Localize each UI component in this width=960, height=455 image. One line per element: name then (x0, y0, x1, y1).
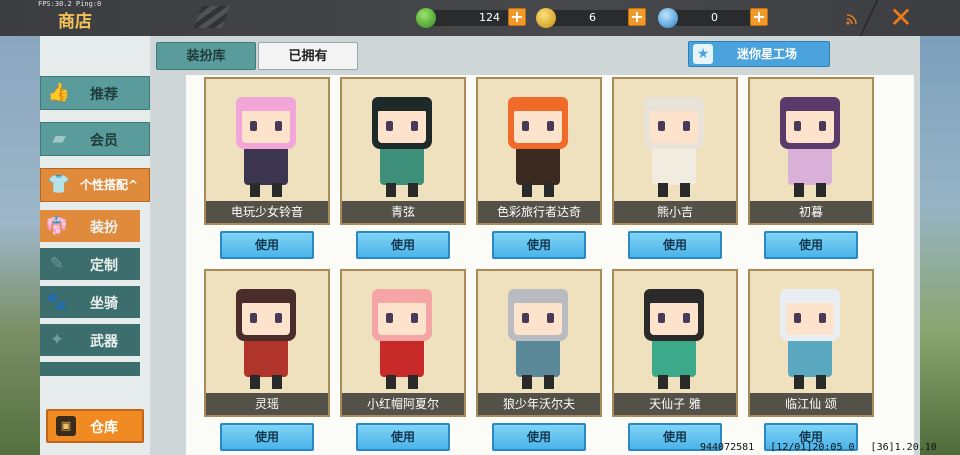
character-avatar (372, 289, 432, 389)
shirt-icon: 👕 (47, 174, 71, 195)
item-card[interactable]: 临江仙 颂 (748, 269, 874, 417)
player-id: 944072581 (700, 442, 755, 453)
green-gem-icon (416, 8, 436, 28)
world-background-left (0, 36, 40, 455)
chest-icon: ▣ (56, 416, 76, 436)
sidebar: 👍 推荐 ▰ 会员 👕 个性搭配^ 👘 装扮 ✎ 定制 🐾 坐骑 ✦ 武器 ▣ … (40, 36, 150, 455)
item-card[interactable]: 青弦 (340, 77, 466, 225)
warehouse-label: 仓库 (90, 420, 118, 436)
member-card-icon: ▰ (52, 128, 66, 149)
star-icon: ★ (693, 44, 713, 64)
character-avatar (780, 97, 840, 197)
sidebar-subitem-custom[interactable]: ✎ 定制 (40, 248, 140, 280)
server-time: [12/01]20:05 0 (770, 442, 855, 453)
gold-coin-icon (536, 8, 556, 28)
footer-info: 944072581 [12/01]20:05 0 [36]1.20.10 (700, 442, 947, 453)
mini-coin-icon (658, 8, 678, 28)
coin-amount: 6 (589, 11, 596, 24)
use-button[interactable]: 使用 (220, 423, 314, 451)
use-button[interactable]: 使用 (220, 231, 314, 259)
sidebar-item-personal[interactable]: 👕 个性搭配^ (40, 168, 150, 202)
item-card[interactable]: 小红帽阿夏尔 (340, 269, 466, 417)
item-card[interactable]: 熊小吉 (612, 77, 738, 225)
item-name: 临江仙 颂 (750, 393, 872, 415)
version-info: [36]1.20.10 (870, 442, 937, 453)
item-name: 熊小吉 (614, 201, 736, 223)
character-avatar (644, 97, 704, 197)
use-button[interactable]: 使用 (492, 231, 586, 259)
sidebar-item-label: 个性搭配^ (80, 178, 139, 192)
divider (859, 0, 879, 36)
use-button[interactable]: 使用 (356, 423, 450, 451)
mount-icon: 🐾 (46, 292, 68, 312)
item-name: 电玩少女铃音 (206, 201, 328, 223)
currency-coin: 6 + (536, 8, 648, 28)
character-avatar (508, 97, 568, 197)
add-mini-coin-button[interactable]: + (750, 8, 768, 26)
shop-panel: 👍 推荐 ▰ 会员 👕 个性搭配^ 👘 装扮 ✎ 定制 🐾 坐骑 ✦ 武器 ▣ … (40, 36, 920, 455)
star-workshop-button[interactable]: ★ 迷你星工场 (688, 41, 830, 67)
item-card[interactable]: 初暮 (748, 77, 874, 225)
character-avatar (372, 97, 432, 197)
signal-icon (846, 14, 857, 25)
top-bar: FPS:30.2 Ping:0 商店 124 + 6 + 0 + ✕ (0, 0, 960, 36)
item-card[interactable]: 天仙子 雅 (612, 269, 738, 417)
pencil-icon: ✎ (49, 254, 65, 274)
sidebar-subitem-partial[interactable] (40, 362, 140, 376)
mini-coin-amount: 0 (711, 11, 718, 24)
sidebar-subitem-weapon[interactable]: ✦ 武器 (40, 324, 140, 356)
sidebar-subitem-mount[interactable]: 🐾 坐骑 (40, 286, 140, 318)
sidebar-item-label: 推荐 (90, 87, 118, 103)
currency-gem: 124 + (416, 8, 526, 28)
gem-amount: 124 (479, 11, 500, 24)
item-name: 小红帽阿夏尔 (342, 393, 464, 415)
item-name: 色彩旅行者达奇 (478, 201, 600, 223)
sidebar-item-member[interactable]: ▰ 会员 (40, 122, 150, 156)
sidebar-subitem-dress-up[interactable]: 👘 装扮 (40, 210, 140, 242)
item-name: 青弦 (342, 201, 464, 223)
costume-icon: 👘 (46, 216, 68, 236)
character-avatar (236, 289, 296, 389)
item-card[interactable]: 色彩旅行者达奇 (476, 77, 602, 225)
character-avatar (236, 97, 296, 197)
use-button[interactable]: 使用 (492, 423, 586, 451)
world-background-right (918, 36, 960, 455)
warehouse-button[interactable]: ▣ 仓库 (46, 409, 144, 443)
sidebar-item-label: 武器 (90, 334, 118, 350)
item-grid: 电玩少女铃音 使用 青弦 使用 色彩旅行者达奇 使用 熊小吉 使用 初暮 使用 灵瑶 使用 小红帽阿夏尔… (186, 75, 914, 455)
gun-icon: ✦ (49, 330, 65, 350)
currency-mini-coin: 0 + (658, 8, 770, 28)
thumbs-up-icon: 👍 (47, 82, 71, 103)
sidebar-item-label: 装扮 (90, 220, 118, 236)
sidebar-item-label: 定制 (90, 258, 118, 274)
add-gem-button[interactable]: + (508, 8, 526, 26)
item-name: 初暮 (750, 201, 872, 223)
item-card[interactable]: 电玩少女铃音 (204, 77, 330, 225)
character-avatar (780, 289, 840, 389)
item-name: 狼少年沃尔夫 (478, 393, 600, 415)
item-name: 灵瑶 (206, 393, 328, 415)
sidebar-item-recommend[interactable]: 👍 推荐 (40, 76, 150, 110)
sidebar-item-label: 坐骑 (90, 296, 118, 312)
page-title: 商店 (58, 12, 92, 32)
item-name: 天仙子 雅 (614, 393, 736, 415)
close-icon[interactable]: ✕ (886, 4, 916, 32)
item-card[interactable]: 灵瑶 (204, 269, 330, 417)
use-button[interactable]: 使用 (356, 231, 450, 259)
tab-owned[interactable]: 已拥有 (258, 42, 358, 70)
tab-wardrobe[interactable]: 装扮库 (156, 42, 256, 70)
character-avatar (644, 289, 704, 389)
add-coin-button[interactable]: + (628, 8, 646, 26)
item-card[interactable]: 狼少年沃尔夫 (476, 269, 602, 417)
character-avatar (508, 289, 568, 389)
hazard-stripe-decoration (193, 6, 231, 28)
use-button[interactable]: 使用 (764, 231, 858, 259)
sidebar-item-label: 会员 (90, 133, 118, 149)
use-button[interactable]: 使用 (628, 231, 722, 259)
star-workshop-label: 迷你星工场 (737, 47, 798, 61)
